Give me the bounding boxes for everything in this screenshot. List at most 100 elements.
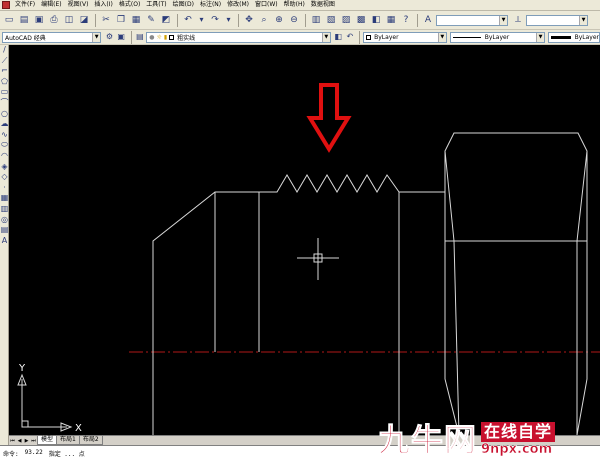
dim-style-select[interactable]: ▼	[526, 14, 588, 26]
last-tab-icon[interactable]: ⏭	[30, 437, 37, 445]
design-center-icon[interactable]: ▧	[324, 13, 338, 27]
layer-previous-icon[interactable]: ↶	[344, 32, 355, 43]
first-tab-icon[interactable]: ⏮	[9, 437, 16, 445]
undo-icon[interactable]: ↶	[181, 13, 195, 27]
redo-dropdown-icon[interactable]: ▾	[223, 15, 234, 26]
app-icon[interactable]	[2, 1, 10, 9]
menu-edit[interactable]: 编辑(E)	[38, 0, 64, 10]
next-tab-icon[interactable]: ▶	[23, 437, 30, 445]
menu-tools[interactable]: 工具(T)	[143, 0, 169, 10]
zoom-previous-icon[interactable]: ⊖	[287, 13, 301, 27]
drawing-canvas[interactable]: Y X	[9, 45, 600, 435]
hatch-icon[interactable]: ▦	[0, 193, 9, 204]
text-style-icon[interactable]: A	[421, 13, 435, 27]
prev-tab-icon[interactable]: ◀	[16, 437, 23, 445]
ellipse-icon[interactable]: ⬭	[0, 140, 9, 151]
polyline-icon[interactable]: ⌐	[0, 66, 9, 77]
undo-dropdown-icon[interactable]: ▾	[196, 15, 207, 26]
make-block-icon[interactable]: ◇	[0, 172, 9, 183]
tab-layout2[interactable]: 布局2	[78, 436, 103, 445]
drawing-svg: Y X	[17, 83, 600, 435]
chevron-down-icon: ▼	[499, 15, 507, 25]
multiline-text-icon[interactable]: A	[0, 236, 9, 247]
ucs-x-label: X	[75, 423, 82, 434]
properties-icon[interactable]: ▥	[309, 13, 323, 27]
chevron-down-icon: ▼	[437, 32, 446, 42]
menu-view[interactable]: 视图(V)	[65, 0, 92, 10]
copy-icon[interactable]: ❐	[114, 13, 128, 27]
color-select[interactable]: ByLayer ▼	[363, 31, 447, 43]
save-icon[interactable]: ▣	[32, 13, 46, 27]
sheet-set-icon[interactable]: ▩	[354, 13, 368, 27]
tab-layout1[interactable]: 布局1	[56, 436, 80, 445]
lineweight-select[interactable]: ByLayer	[548, 31, 600, 43]
layers-properties-toolbar: AutoCAD 经典 ▼ ⚙ ▣ ▤ ● ☼ ▮ 粗实线 ▼ ◧ ↶ ByLay…	[0, 30, 600, 45]
menu-help[interactable]: 帮助(H)	[281, 0, 308, 10]
new-file-icon[interactable]: ▭	[2, 13, 16, 27]
arc-icon[interactable]: ⌒	[0, 98, 9, 109]
zoom-window-icon[interactable]: ⊕	[272, 13, 286, 27]
menu-modify[interactable]: 修改(M)	[224, 0, 252, 10]
polygon-icon[interactable]: ⬠	[0, 77, 9, 88]
chevron-down-icon: ▼	[92, 32, 101, 42]
text-style-select[interactable]: ▼	[436, 14, 508, 26]
dim-style-icon[interactable]: ⟂	[511, 13, 525, 27]
print-preview-icon[interactable]: ◫	[62, 13, 76, 27]
menu-data-view[interactable]: 数据视图	[308, 0, 338, 10]
layer-color-swatch	[169, 34, 175, 40]
toolbar-separator	[238, 13, 239, 27]
menu-insert[interactable]: 插入(I)	[91, 0, 115, 10]
hex-nut-right-face	[576, 150, 588, 435]
circle-icon[interactable]: ○	[0, 109, 9, 120]
menu-window[interactable]: 窗口(W)	[252, 0, 281, 10]
point-icon[interactable]: ·	[0, 183, 9, 194]
watermark-side: 在线自学 9npx.com	[481, 422, 556, 458]
gradient-icon[interactable]: ▥	[0, 204, 9, 215]
block-editor-icon[interactable]: ◩	[159, 13, 173, 27]
watermark-url: 9npx.com	[481, 442, 553, 458]
linetype-value: ByLayer	[484, 33, 510, 41]
menu-format[interactable]: 格式(O)	[116, 0, 143, 10]
chevron-down-icon: ▼	[321, 32, 330, 42]
make-layer-current-icon[interactable]: ◧	[333, 32, 344, 43]
menu-draw[interactable]: 绘图(D)	[170, 0, 197, 10]
toolbar-separator	[417, 13, 418, 27]
construction-line-icon[interactable]: ⟋	[0, 56, 9, 67]
cut-icon[interactable]: ✂	[99, 13, 113, 27]
region-icon[interactable]: ◎	[0, 215, 9, 226]
color-swatch	[366, 34, 372, 40]
linetype-select[interactable]: ByLayer ▼	[449, 31, 546, 43]
layer-select[interactable]: ● ☼ ▮ 粗实线 ▼	[146, 31, 331, 43]
publish-icon[interactable]: ◪	[77, 13, 91, 27]
pan-icon[interactable]: ✥	[242, 13, 256, 27]
ucs-y-label: Y	[18, 363, 26, 374]
zoom-realtime-icon[interactable]: ⌕	[257, 13, 271, 27]
print-icon[interactable]: ⎙	[47, 13, 61, 27]
menu-file[interactable]: 文件(F)	[12, 0, 38, 10]
match-properties-icon[interactable]: ✎	[144, 13, 158, 27]
tab-model[interactable]: 模型	[37, 436, 58, 445]
paste-icon[interactable]: ▦	[129, 13, 143, 27]
layer-manager-icon[interactable]: ▤	[135, 32, 146, 43]
watermark-logo: 九牛网 在线自学 9npx.com	[377, 418, 600, 462]
table-icon[interactable]: ▤	[0, 225, 9, 236]
line-tool-icon[interactable]: /	[0, 45, 9, 56]
ellipse-arc-icon[interactable]: ◠	[0, 151, 9, 162]
redo-icon[interactable]: ↷	[208, 13, 222, 27]
insert-block-icon[interactable]: ◈	[0, 162, 9, 173]
rectangle-icon[interactable]: ▭	[0, 87, 9, 98]
revision-cloud-icon[interactable]: ☁	[0, 119, 9, 130]
calculator-icon[interactable]: ▦	[384, 13, 398, 27]
open-folder-icon[interactable]: ▤	[17, 13, 31, 27]
spline-icon[interactable]: ∿	[0, 130, 9, 141]
tool-palette-icon[interactable]: ▨	[339, 13, 353, 27]
workspace-save-icon[interactable]: ▣	[116, 32, 127, 43]
standard-toolbar: ▭ ▤ ▣ ⎙ ◫ ◪ ✂ ❐ ▦ ✎ ◩ ↶ ▾ ↷ ▾ ✥ ⌕ ⊕ ⊖ ▥ …	[0, 11, 600, 30]
markup-icon[interactable]: ◧	[369, 13, 383, 27]
workspace-select[interactable]: AutoCAD 经典 ▼	[2, 31, 102, 43]
workspace-settings-icon[interactable]: ⚙	[104, 32, 115, 43]
menu-dimension[interactable]: 标注(N)	[197, 0, 224, 10]
toolbar-separator	[359, 30, 361, 44]
red-arrow-annotation	[306, 83, 352, 153]
help-icon[interactable]: ?	[399, 13, 413, 27]
